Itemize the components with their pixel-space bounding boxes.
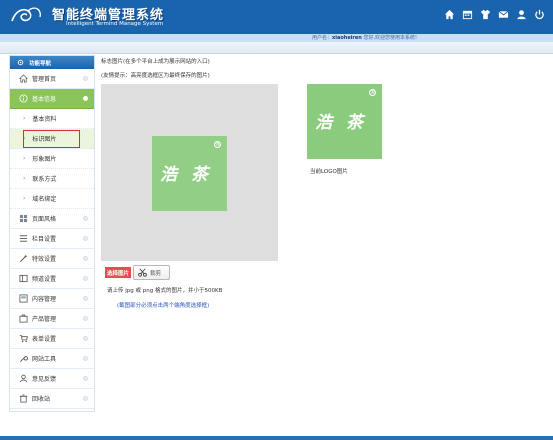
sidebar-item-label: 基本信息 bbox=[32, 96, 57, 103]
list-icon bbox=[18, 234, 28, 244]
user-icon bbox=[18, 374, 28, 384]
grid-icon bbox=[18, 214, 28, 224]
expand-dot bbox=[83, 396, 88, 401]
gear-icon bbox=[17, 59, 24, 66]
sidebar-item-feedback[interactable]: 意见反馈 bbox=[10, 369, 94, 389]
sidebar-item-label: 基本资料 bbox=[32, 116, 57, 123]
crop-button-label: 裁剪 bbox=[150, 270, 162, 277]
sidebar-item-label: 频道设置 bbox=[32, 276, 57, 283]
sidebar-item-products[interactable]: 产品管理 bbox=[10, 309, 94, 329]
sidebar-subitem-image[interactable]: › 形象图片 bbox=[10, 149, 94, 169]
expand-dot bbox=[83, 256, 88, 261]
expand-dot bbox=[83, 96, 88, 101]
sidebar-item-basic-info[interactable]: 基本信息 bbox=[10, 89, 94, 109]
wrench-icon bbox=[18, 354, 28, 364]
sidebar-item-label: 表单设置 bbox=[32, 336, 57, 343]
sidebar-nav: 功能导航 管理首页 基本信息 › 基本资料 › 标识图片 › 形象图片 › 联系… bbox=[9, 55, 95, 412]
expand-dot bbox=[83, 376, 88, 381]
sidebar-subitem-basic-profile[interactable]: › 基本资料 bbox=[10, 109, 94, 129]
channel-icon bbox=[18, 274, 28, 284]
expand-dot bbox=[83, 276, 88, 281]
mail-icon[interactable] bbox=[497, 8, 509, 20]
username: xiaoheiren bbox=[332, 35, 362, 41]
logo-calligraphy: 浩 茶 bbox=[315, 113, 367, 133]
sidebar-item-label: 页面风格 bbox=[32, 216, 57, 223]
sidebar-item-recycle-bin[interactable]: 回收站 bbox=[10, 389, 94, 409]
trash-icon bbox=[18, 394, 28, 404]
user-bar: 用户名：xiaoheiren 您好,欢迎您使用本系统! bbox=[0, 34, 553, 42]
crop-button[interactable]: 裁剪 bbox=[133, 265, 170, 280]
logo-calligraphy: 浩 茶 bbox=[160, 165, 212, 185]
expand-dot bbox=[83, 216, 88, 221]
sidebar-item-label: 产品管理 bbox=[32, 316, 57, 323]
chevron-right-icon: › bbox=[23, 155, 26, 162]
sidebar-item-label: 形象图片 bbox=[32, 156, 57, 163]
power-icon[interactable] bbox=[533, 8, 545, 20]
sidebar-item-label: 意见反馈 bbox=[32, 376, 57, 383]
sidebar-item-label: 特效设置 bbox=[32, 256, 57, 263]
expand-dot bbox=[83, 356, 88, 361]
nav-header: 功能导航 bbox=[10, 56, 94, 69]
cart-icon bbox=[18, 334, 28, 344]
product-icon bbox=[18, 314, 28, 324]
magic-icon bbox=[18, 254, 28, 264]
nav-header-label: 功能导航 bbox=[29, 60, 52, 67]
chevron-right-icon: › bbox=[23, 175, 26, 182]
content-icon bbox=[18, 294, 28, 304]
shirt-icon[interactable] bbox=[479, 8, 491, 20]
upload-hint: 请上传 jpg 或 png 格式的图片，并小于500KB bbox=[107, 288, 223, 294]
sidebar-item-home[interactable]: 管理首页 bbox=[10, 69, 94, 89]
crop-selection-image[interactable]: 浩 茶 ® bbox=[152, 136, 227, 211]
expand-dot bbox=[83, 236, 88, 241]
expand-dot bbox=[83, 336, 88, 341]
page-title: 标志图片(在多个平台上成为展示网站的入口) bbox=[101, 59, 210, 65]
sidebar-subitem-contact[interactable]: › 联系方式 bbox=[10, 169, 94, 189]
info-icon bbox=[18, 94, 28, 104]
choose-image-button[interactable]: 选择图片 bbox=[105, 267, 131, 278]
crop-tip: (友情提示：高亮度选框区为最终保存的图片) bbox=[101, 73, 210, 79]
sidebar-item-columns[interactable]: 栏目设置 bbox=[10, 229, 94, 249]
current-logo-label: 当前LOGO图片 bbox=[310, 169, 348, 175]
sidebar-item-effects[interactable]: 特效设置 bbox=[10, 249, 94, 269]
top-toolbar bbox=[443, 8, 545, 20]
sidebar-item-label: 内容管理 bbox=[32, 296, 57, 303]
sidebar-item-label: 回收站 bbox=[32, 396, 51, 403]
sidebar-item-label: 联系方式 bbox=[32, 176, 57, 183]
user-icon[interactable] bbox=[515, 8, 527, 20]
sidebar-item-label: 管理首页 bbox=[32, 76, 57, 83]
footer-bar bbox=[0, 436, 553, 440]
expand-dot bbox=[83, 296, 88, 301]
sidebar-item-content[interactable]: 内容管理 bbox=[10, 289, 94, 309]
expand-dot bbox=[83, 76, 88, 81]
sidebar-item-channels[interactable]: 频道设置 bbox=[10, 269, 94, 289]
sidebar-item-forms[interactable]: 表单设置 bbox=[10, 329, 94, 349]
chevron-right-icon: › bbox=[23, 115, 26, 122]
sub-bar bbox=[0, 42, 553, 54]
current-logo-preview: 浩 茶 ® bbox=[307, 84, 382, 159]
registered-mark: ® bbox=[369, 89, 376, 96]
sidebar-item-label: 域名绑定 bbox=[32, 196, 57, 203]
sidebar-item-label: 网站工具 bbox=[32, 356, 57, 363]
sidebar-item-page-style[interactable]: 页面风格 bbox=[10, 209, 94, 229]
user-greeting: 用户名：xiaoheiren 您好,欢迎您使用本系统! bbox=[312, 35, 418, 41]
sidebar-subitem-logo-image[interactable]: › 标识图片 bbox=[10, 129, 94, 149]
calendar-icon[interactable] bbox=[461, 8, 473, 20]
scissors-icon bbox=[138, 268, 147, 277]
sidebar-item-tools[interactable]: 网站工具 bbox=[10, 349, 94, 369]
sidebar-item-label: 栏目设置 bbox=[32, 236, 57, 243]
registered-mark: ® bbox=[214, 141, 221, 148]
crop-note: (截图部分必须点击两个端角度选择框) bbox=[117, 303, 210, 309]
sidebar-subitem-domain[interactable]: › 域名绑定 bbox=[10, 189, 94, 209]
chevron-right-icon: › bbox=[23, 195, 26, 202]
home-icon bbox=[18, 74, 28, 84]
app-subtitle: Intelligent Termind Manage System bbox=[66, 21, 164, 27]
expand-dot bbox=[83, 316, 88, 321]
current-item-highlight bbox=[23, 130, 80, 148]
home-icon[interactable] bbox=[443, 8, 455, 20]
logo-swirl-icon bbox=[11, 7, 41, 22]
app-header: 智能终端管理系统 Intelligent Termind Manage Syst… bbox=[0, 0, 553, 34]
